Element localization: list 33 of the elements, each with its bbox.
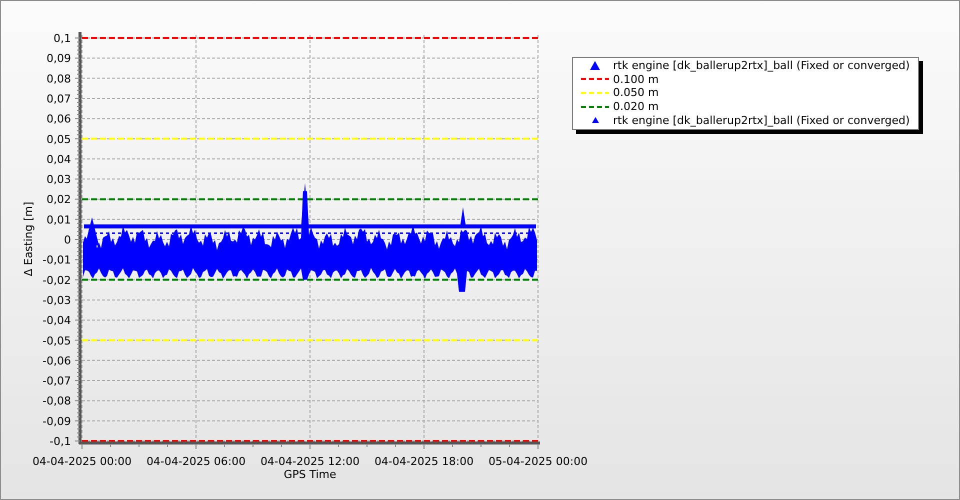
axis-tick-label: -0,1 <box>50 435 71 448</box>
legend-label: rtk engine [dk_ballerup2rtx]_ball (Fixed or converged) <box>613 114 910 127</box>
axis-tick-label: -0,05 <box>42 334 71 348</box>
axis-tick-label: -0,03 <box>42 294 71 307</box>
axis-tick-label: 0,04 <box>46 152 71 166</box>
axis-tick-label: 0,07 <box>46 92 71 106</box>
axis-tick-label: -0,06 <box>42 354 71 368</box>
axis-tick-label: 0,1 <box>54 32 71 45</box>
axis-tick-label: -0,02 <box>42 274 71 287</box>
axis-tick-label: 05-04-2025 00:00 <box>488 455 588 468</box>
legend-label: 0.020 m <box>613 100 659 114</box>
axis-tick-label: 0,03 <box>46 173 71 186</box>
axis-tick-label: 0,01 <box>46 213 71 226</box>
axis-tick-label: -0,08 <box>42 394 71 408</box>
axis-tick-label: -0,07 <box>42 374 71 388</box>
axis-title: GPS Time <box>284 468 336 481</box>
axis-tick-label: 04-04-2025 18:00 <box>374 455 474 468</box>
axis-tick-label: -0,04 <box>42 314 71 328</box>
legend-label: rtk engine [dk_ballerup2rtx]_ball (Fixed or converged) <box>613 59 910 72</box>
axis-tick-label: 0 <box>64 234 71 246</box>
axis-title: Δ Easting [m] <box>22 202 35 276</box>
axis-tick-label: -0,01 <box>42 254 71 267</box>
axis-tick-label: 04-04-2025 06:00 <box>146 455 246 468</box>
axis-tick-label: 0,08 <box>46 72 71 86</box>
axis-tick-label: 04-04-2025 00:00 <box>32 455 132 468</box>
axis-tick-label: 0,09 <box>46 52 71 66</box>
axis-tick-label: -0,09 <box>42 414 71 428</box>
axis-tick-label: 0,05 <box>46 132 71 146</box>
axis-tick-label: 04-04-2025 12:00 <box>260 455 360 468</box>
legend-label: 0.050 m <box>613 86 659 100</box>
legend-label: 0.100 m <box>613 72 659 86</box>
axis-tick-label: 0,06 <box>46 112 71 126</box>
axis-tick-label: 0,02 <box>46 193 71 206</box>
